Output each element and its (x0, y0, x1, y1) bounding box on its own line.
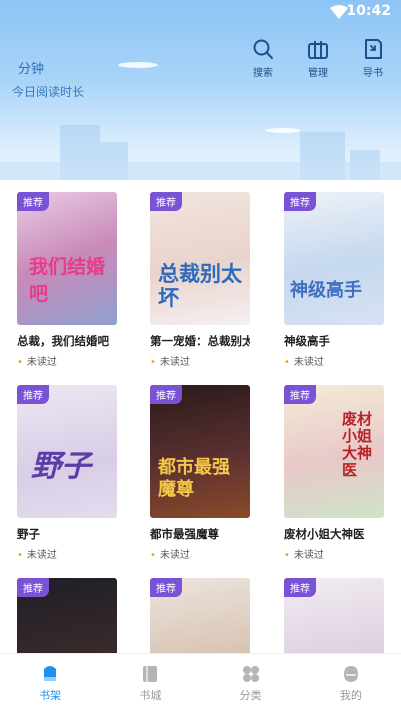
recommend-badge: 推荐 (284, 192, 316, 211)
recommend-badge: 推荐 (17, 192, 49, 211)
recommend-badge: 推荐 (17, 578, 49, 597)
bookshelf-grid: 我们结婚吧 推荐 总裁，我们结婚吧 未读过 总裁别太坏 推荐 第一宠婚：总裁别太… (0, 190, 401, 653)
reading-time-label: 今日阅读时长 (12, 85, 85, 99)
book-card[interactable]: 神级高手 推荐 神级高手 未读过 (284, 192, 384, 368)
book-cover: 推荐 (17, 578, 117, 653)
book-status: 未读过 (284, 353, 384, 368)
tab-bookshelf[interactable]: 书架 (0, 654, 100, 710)
tab-bookstore[interactable]: 书城 (100, 654, 200, 710)
book-card[interactable]: 推荐 (284, 578, 384, 653)
book-status: 未读过 (17, 546, 117, 561)
import-icon (365, 39, 382, 59)
book-cover: 我们结婚吧 推荐 (17, 192, 117, 325)
recommend-badge: 推荐 (150, 192, 182, 211)
status-time: 10:42 (346, 3, 391, 19)
tab-bookstore-label: 书城 (139, 689, 162, 702)
manage-button[interactable]: 管理 (298, 38, 338, 79)
reading-minutes-label: 分钟 (18, 62, 45, 77)
category-icon (242, 666, 259, 682)
book-title: 第一宠婚：总裁别太坏 (150, 334, 250, 348)
recommend-badge: 推荐 (150, 385, 182, 404)
book-status: 未读过 (150, 353, 250, 368)
recommend-badge: 推荐 (150, 578, 182, 597)
book-status: 未读过 (17, 353, 117, 368)
tab-bookshelf-label: 书架 (39, 689, 62, 702)
book-card[interactable]: 都市最强魔尊 推荐 都市最强魔尊 未读过 (150, 385, 250, 561)
tab-profile-label: 我的 (339, 689, 362, 702)
book-title: 总裁，我们结婚吧 (17, 334, 109, 348)
manage-label: 管理 (308, 68, 328, 79)
book-card[interactable]: 推荐 (17, 578, 117, 653)
book-status: 未读过 (150, 546, 250, 561)
import-button[interactable]: 导书 (353, 38, 393, 79)
book-cover: 野子 推荐 (17, 385, 117, 518)
book-card[interactable]: 总裁别太坏 推荐 第一宠婚：总裁别太坏 未读过 (150, 192, 250, 368)
profile-icon (343, 666, 358, 682)
tab-category-label: 分类 (239, 689, 262, 702)
book-title: 神级高手 (284, 334, 330, 348)
header-banner: 10:42 分钟 今日阅读时长 搜索 管理 导书 (0, 0, 401, 180)
book-cover: 神级高手 推荐 (284, 192, 384, 325)
import-label: 导书 (363, 68, 383, 79)
book-cover: 总裁别太坏 推荐 (150, 192, 250, 325)
search-icon (253, 39, 273, 59)
book-cover: 废材小姐大神医 推荐 (284, 385, 384, 518)
recommend-badge: 推荐 (17, 385, 49, 404)
book-card[interactable]: 废材小姐大神医 推荐 废材小姐大神医 未读过 (284, 385, 384, 561)
book-cover: 推荐 (150, 578, 250, 653)
search-button[interactable]: 搜索 (243, 38, 283, 79)
book-title: 野子 (17, 527, 40, 541)
bookstore-icon (143, 666, 158, 682)
book-cover: 推荐 (284, 578, 384, 653)
search-label: 搜索 (253, 68, 273, 79)
book-cover: 都市最强魔尊 推荐 (150, 385, 250, 518)
book-card[interactable]: 推荐 (150, 578, 250, 653)
bookshelf-icon (44, 666, 57, 681)
reading-time-block: 分钟 今日阅读时长 (12, 58, 84, 100)
tab-category[interactable]: 分类 (201, 654, 301, 710)
status-bar: 10:42 (0, 0, 401, 26)
recommend-badge: 推荐 (284, 578, 316, 597)
wifi-icon (330, 5, 348, 19)
bottom-tab-bar: 书架 书城 分类 我的 (0, 653, 401, 710)
book-title: 都市最强魔尊 (150, 527, 219, 541)
tab-profile[interactable]: 我的 (301, 654, 401, 710)
book-status: 未读过 (284, 546, 384, 561)
book-card[interactable]: 野子 推荐 野子 未读过 (17, 385, 117, 561)
book-card[interactable]: 我们结婚吧 推荐 总裁，我们结婚吧 未读过 (17, 192, 117, 368)
recommend-badge: 推荐 (284, 385, 316, 404)
manage-icon (308, 41, 328, 59)
book-title: 废材小姐大神医 (284, 527, 365, 541)
